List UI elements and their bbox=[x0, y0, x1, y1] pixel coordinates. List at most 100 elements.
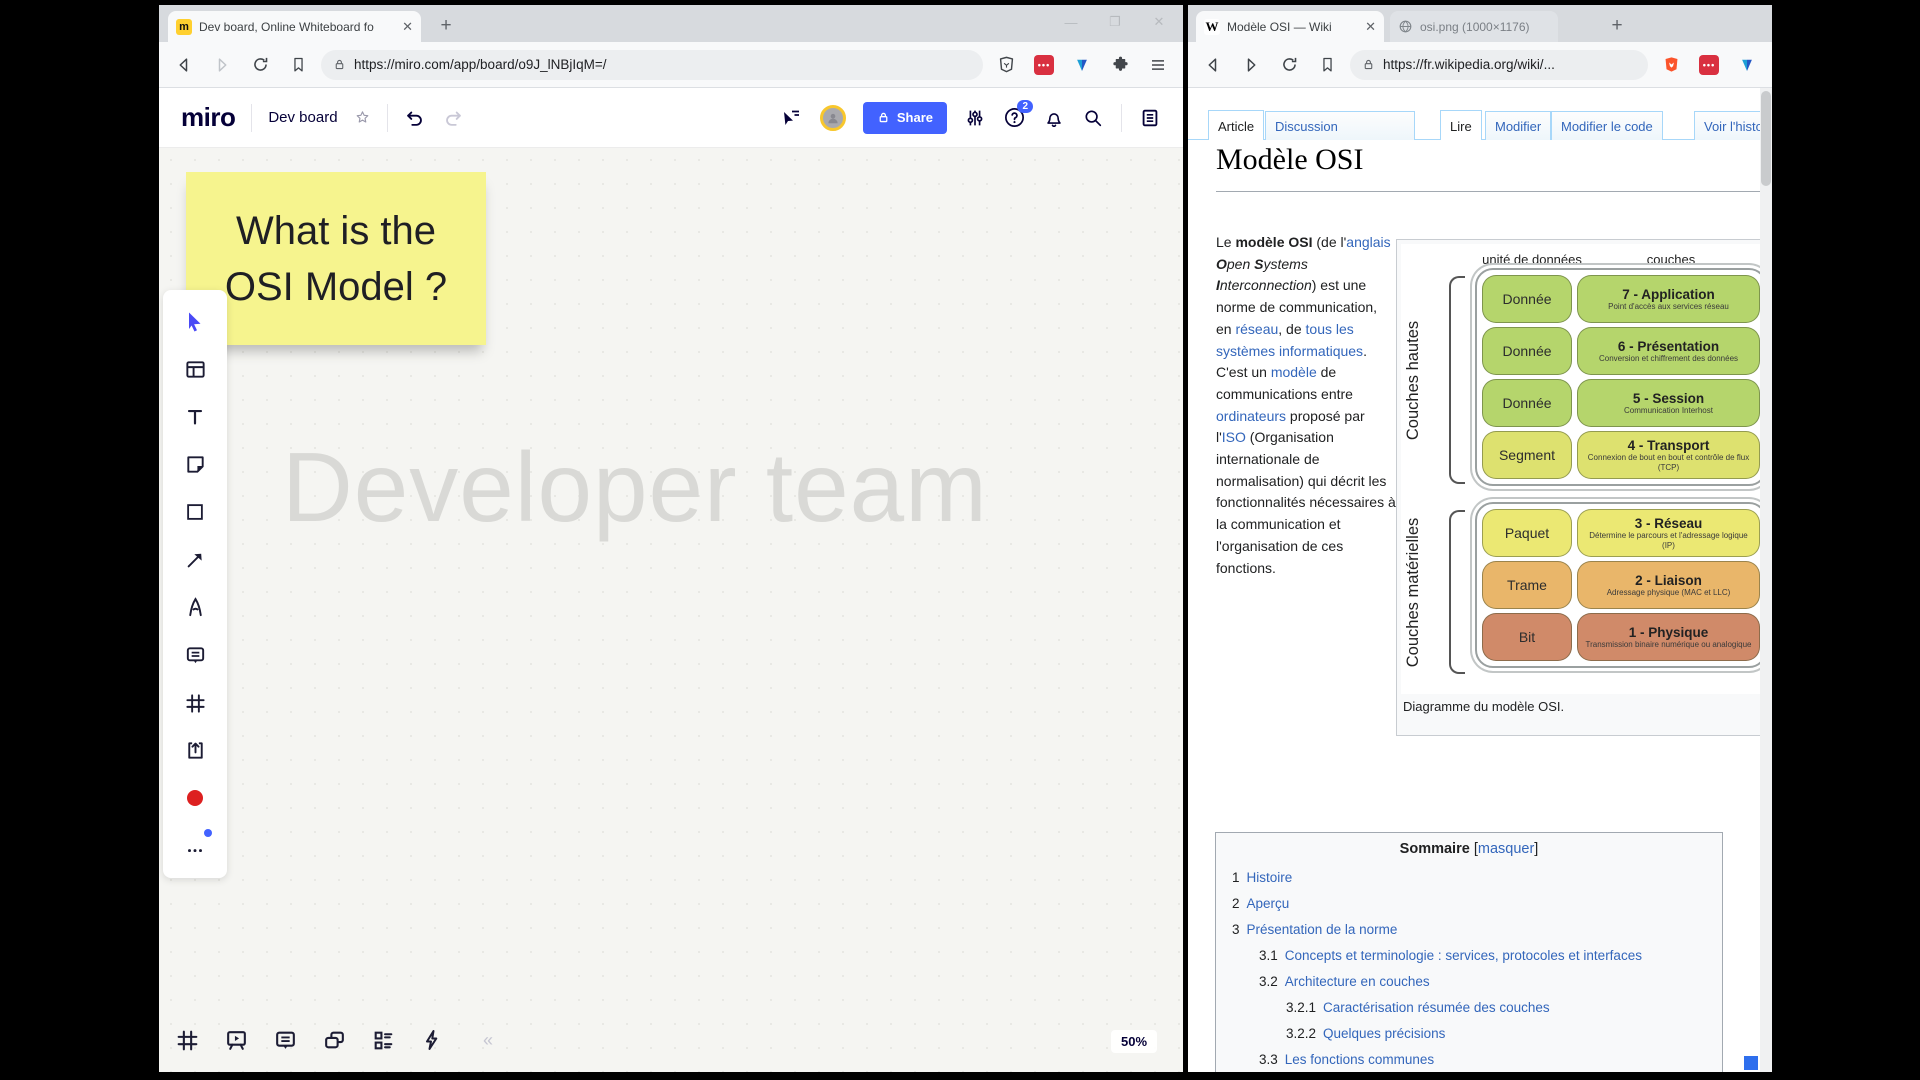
settings-sliders-icon[interactable] bbox=[964, 107, 986, 129]
wikipedia-page: Article Discussion Lire Modifier Modifie… bbox=[1188, 88, 1772, 1072]
wiki-link[interactable]: réseau bbox=[1235, 321, 1278, 337]
back-button[interactable] bbox=[169, 50, 199, 80]
pen-tool[interactable] bbox=[180, 593, 210, 623]
wiki-link[interactable]: anglais bbox=[1346, 234, 1390, 250]
collapse-toolbar-icon[interactable]: « bbox=[483, 1030, 493, 1051]
tab-article[interactable]: Article bbox=[1208, 110, 1264, 140]
frames-panel-icon[interactable] bbox=[173, 1026, 201, 1054]
star-icon[interactable] bbox=[354, 109, 371, 126]
notes-panel-icon[interactable] bbox=[1139, 107, 1161, 129]
bookmark-icon[interactable] bbox=[1312, 50, 1342, 80]
tab-strip: m Dev board, Online Whiteboard fo ✕ + — … bbox=[159, 5, 1183, 42]
tab-close-icon[interactable]: ✕ bbox=[402, 19, 413, 35]
scrollbar-thumb[interactable] bbox=[1761, 91, 1771, 186]
forward-button[interactable] bbox=[207, 50, 237, 80]
brave-shield-icon[interactable] bbox=[991, 50, 1021, 80]
toc-title: Sommaire bbox=[1400, 841, 1470, 857]
tab-miro-board[interactable]: m Dev board, Online Whiteboard fo ✕ bbox=[168, 11, 421, 42]
lock-icon bbox=[1362, 58, 1375, 71]
record-tool[interactable] bbox=[180, 783, 210, 813]
osi-layer-row: Segment4 - TransportConnexion de bout en… bbox=[1482, 431, 1760, 479]
group-couches-hautes: Donnée7 - ApplicationPoint d'accès aux s… bbox=[1475, 268, 1763, 486]
unit-cell: Segment bbox=[1482, 431, 1572, 479]
brave-shield-icon[interactable] bbox=[1656, 50, 1686, 80]
bottom-toolbar: « bbox=[173, 1026, 493, 1054]
miro-logo[interactable]: miro bbox=[181, 102, 235, 133]
upload-tool[interactable] bbox=[180, 736, 210, 766]
toc-item[interactable]: 3.2Architecture en couches bbox=[1226, 969, 1712, 995]
minimize-button[interactable]: — bbox=[1057, 9, 1085, 35]
share-button[interactable]: Share bbox=[863, 102, 947, 134]
wiki-link[interactable]: ordinateurs bbox=[1216, 408, 1286, 424]
arrow-tool[interactable] bbox=[180, 545, 210, 575]
screen: m Dev board, Online Whiteboard fo ✕ + — … bbox=[0, 0, 1920, 1080]
comment-tool[interactable] bbox=[180, 640, 210, 670]
automation-icon[interactable] bbox=[418, 1026, 446, 1054]
extensions-puzzle-icon[interactable] bbox=[1105, 50, 1135, 80]
miro-canvas[interactable]: Developer team What is the OSI Model ? bbox=[159, 148, 1183, 1072]
password-extension-icon[interactable]: ••• bbox=[1694, 50, 1724, 80]
unit-cell: Paquet bbox=[1482, 509, 1572, 557]
tab-modifier-le-code[interactable]: Modifier le code bbox=[1551, 111, 1663, 140]
bookmark-icon[interactable] bbox=[283, 50, 313, 80]
toc-item[interactable]: 3.2.2Quelques précisions bbox=[1226, 1021, 1712, 1047]
wiki-link[interactable]: modèle bbox=[1271, 364, 1317, 380]
tab-close-icon[interactable]: ✕ bbox=[1365, 19, 1376, 35]
toc-item[interactable]: 1Histoire bbox=[1226, 865, 1712, 891]
text-tool[interactable] bbox=[180, 402, 210, 432]
help-button[interactable]: 2 bbox=[1003, 106, 1026, 129]
comments-panel-icon[interactable] bbox=[271, 1026, 299, 1054]
tab-discussion[interactable]: Discussion bbox=[1265, 111, 1415, 140]
chat-icon[interactable] bbox=[320, 1026, 348, 1054]
unit-cell: Bit bbox=[1482, 613, 1572, 661]
shape-tool[interactable] bbox=[180, 497, 210, 527]
tab-modifier[interactable]: Modifier bbox=[1485, 111, 1551, 140]
wiki-link[interactable]: ISO bbox=[1222, 429, 1246, 445]
frame-tool[interactable] bbox=[180, 688, 210, 718]
teal-extension-icon[interactable] bbox=[1732, 50, 1762, 80]
sticky-note-tool[interactable] bbox=[180, 450, 210, 480]
layer-cell: 2 - LiaisonAdressage physique (MAC et LL… bbox=[1577, 561, 1760, 609]
tab-lire[interactable]: Lire bbox=[1440, 110, 1482, 140]
presentation-icon[interactable] bbox=[222, 1026, 250, 1054]
select-tool[interactable] bbox=[180, 307, 210, 337]
new-tab-button[interactable]: + bbox=[433, 13, 459, 39]
password-extension-icon[interactable]: ••• bbox=[1029, 50, 1059, 80]
notifications-bell-icon[interactable] bbox=[1043, 107, 1065, 129]
new-tab-button[interactable]: + bbox=[1604, 13, 1630, 39]
address-bar[interactable]: https://fr.wikipedia.org/wiki/... bbox=[1350, 50, 1648, 80]
toc-item[interactable]: 3.1Concepts et terminologie : services, … bbox=[1226, 943, 1712, 969]
tab-osi-png[interactable]: osi.png (1000×1176) bbox=[1390, 11, 1558, 42]
osi-diagram-figure[interactable]: unité de données couches Couches hautes … bbox=[1396, 239, 1768, 736]
scrollbar[interactable] bbox=[1760, 88, 1772, 1072]
cursor-presence-icon[interactable] bbox=[779, 106, 803, 130]
board-name[interactable]: Dev board bbox=[268, 109, 337, 126]
sticky-note[interactable]: What is the OSI Model ? bbox=[186, 172, 486, 345]
undo-icon[interactable] bbox=[404, 107, 426, 129]
blue-widget[interactable] bbox=[1744, 1056, 1758, 1070]
toc-hide-link[interactable]: masquer bbox=[1478, 841, 1534, 857]
address-bar[interactable]: https://miro.com/app/board/o9J_lNBjIqM=/ bbox=[321, 50, 983, 80]
search-icon[interactable] bbox=[1082, 107, 1104, 129]
toc-item[interactable]: 2Aperçu bbox=[1226, 891, 1712, 917]
back-button[interactable] bbox=[1198, 50, 1228, 80]
teal-extension-icon[interactable] bbox=[1067, 50, 1097, 80]
tab-wikipedia[interactable]: W Modèle OSI — Wiki ✕ bbox=[1196, 11, 1384, 42]
templates-tool[interactable] bbox=[180, 354, 210, 384]
collaborator-avatar[interactable] bbox=[820, 105, 846, 131]
reload-button[interactable] bbox=[1274, 50, 1304, 80]
reload-button[interactable] bbox=[245, 50, 275, 80]
menu-icon[interactable] bbox=[1143, 50, 1173, 80]
cards-icon[interactable] bbox=[369, 1026, 397, 1054]
toc-item[interactable]: 3.3Les fonctions communes bbox=[1226, 1047, 1712, 1072]
more-tools[interactable] bbox=[180, 831, 210, 861]
maximize-button[interactable]: ❐ bbox=[1101, 9, 1129, 35]
forward-button[interactable] bbox=[1236, 50, 1266, 80]
redo-icon[interactable] bbox=[442, 107, 464, 129]
miro-app: miro Dev board Share bbox=[159, 88, 1183, 1072]
zoom-level[interactable]: 50% bbox=[1111, 1030, 1157, 1053]
close-button[interactable]: ✕ bbox=[1145, 9, 1173, 35]
osi-layer-row: Paquet3 - RéseauDétermine le parcours et… bbox=[1482, 509, 1760, 557]
toc-item[interactable]: 3Présentation de la norme bbox=[1226, 917, 1712, 943]
toc-item[interactable]: 3.2.1Caractérisation résumée des couches bbox=[1226, 995, 1712, 1021]
